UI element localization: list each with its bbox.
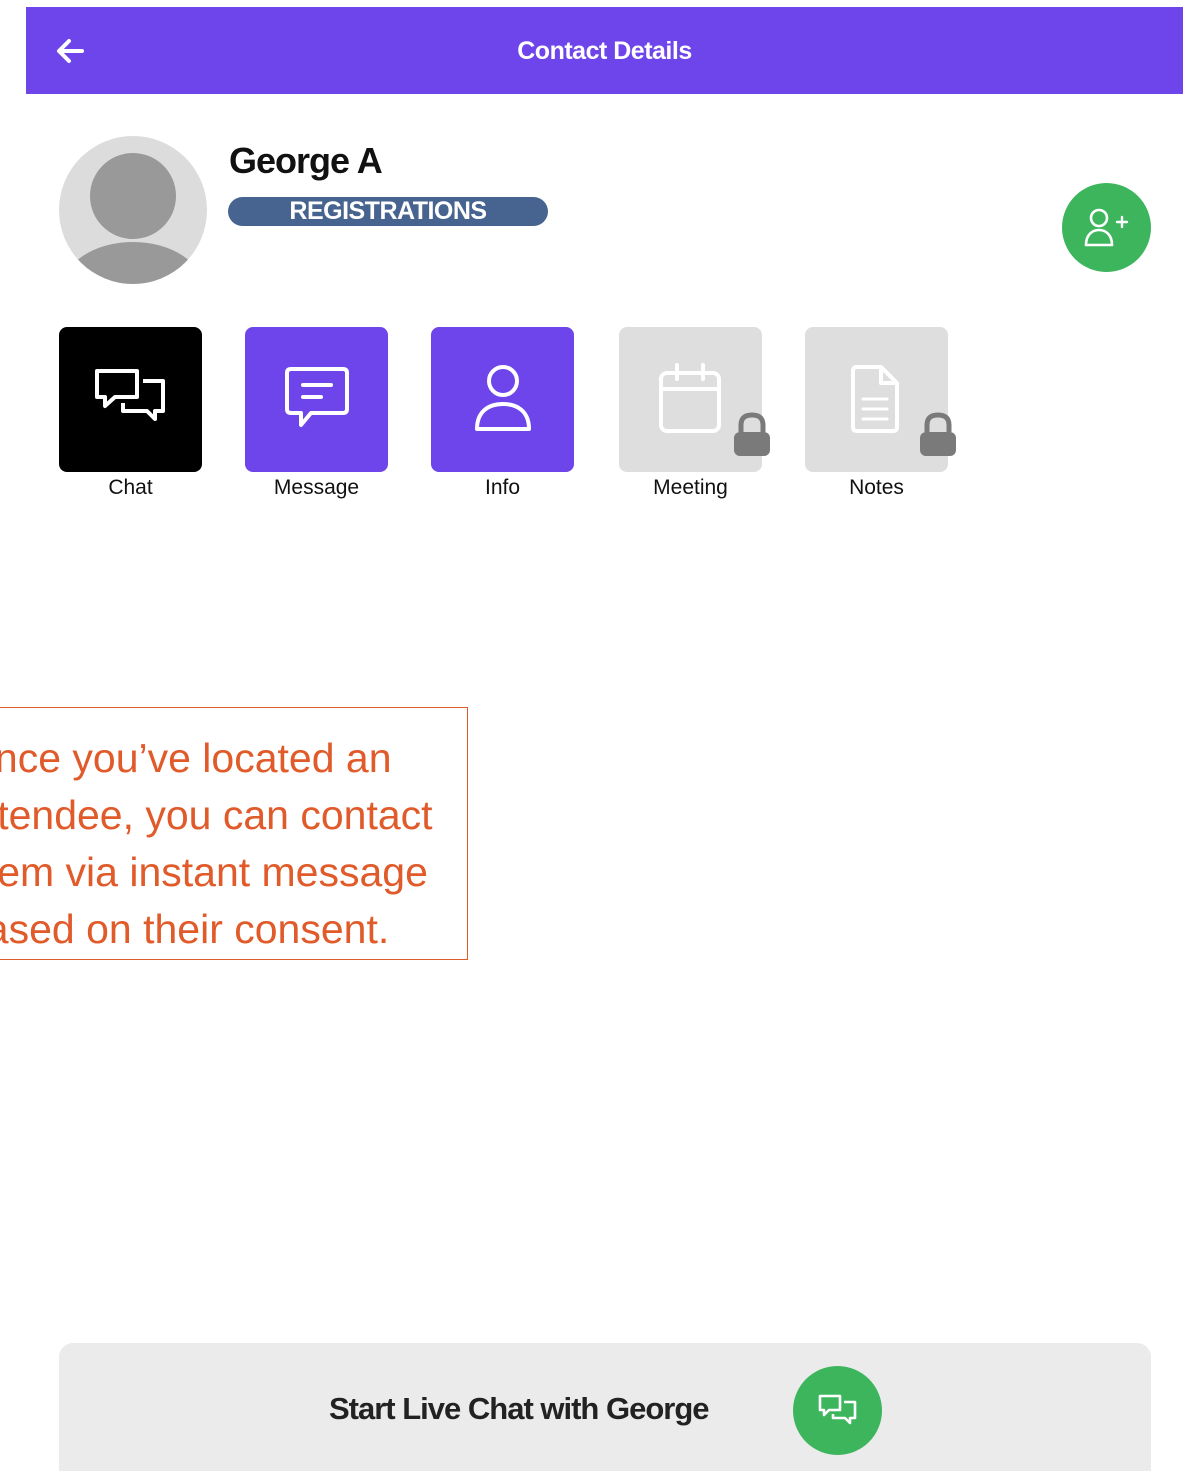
- tip-callout: Once you’ve located an attendee, you can…: [0, 707, 468, 960]
- start-live-chat-label: Start Live Chat with George: [329, 1391, 710, 1426]
- chat-tile[interactable]: [59, 327, 202, 472]
- user-plus-icon: [1084, 208, 1129, 247]
- notes-tile[interactable]: [805, 327, 956, 472]
- avatar-placeholder-icon: [63, 153, 203, 284]
- add-contact-button[interactable]: [1062, 183, 1151, 272]
- page-title: Contact Details: [517, 37, 692, 65]
- user-icon: [475, 365, 531, 431]
- info-tile[interactable]: [431, 327, 574, 472]
- callout-line: them via instant message: [0, 849, 428, 895]
- lock-icon: [920, 412, 956, 456]
- contact-name: George A: [229, 140, 383, 181]
- app-header: Contact Details: [26, 7, 1183, 94]
- meeting-tile[interactable]: [619, 327, 770, 472]
- chat-tile-label: Chat: [108, 476, 153, 499]
- callout-line: based on their consent.: [0, 906, 390, 952]
- callout-line: attendee, you can contact: [0, 792, 433, 838]
- calendar-icon: [659, 363, 721, 433]
- start-live-chat-button[interactable]: Start Live Chat with George: [59, 1343, 1151, 1471]
- chat-bubbles-icon: [95, 369, 165, 421]
- chat-bar-icon-circle: [793, 1366, 882, 1455]
- message-tile[interactable]: [245, 327, 388, 472]
- chat-bubbles-icon: [818, 1394, 857, 1425]
- meeting-tile-label: Meeting: [653, 476, 728, 499]
- message-tile-label: Message: [273, 476, 360, 499]
- callout-line: Once you’ve located an: [0, 735, 392, 781]
- notes-tile-label: Notes: [849, 476, 904, 499]
- info-tile-label: Info: [484, 476, 521, 499]
- document-icon: [851, 365, 899, 433]
- tag-badge: REGISTRATIONS: [228, 197, 548, 226]
- avatar: [59, 136, 207, 284]
- tip-callout-text: Once you’ve located an attendee, you can…: [0, 730, 467, 958]
- message-icon: [285, 367, 349, 427]
- lock-icon: [734, 412, 770, 456]
- contact-details-screen: Contact Details George A REGISTRATIONS C…: [0, 0, 1193, 1471]
